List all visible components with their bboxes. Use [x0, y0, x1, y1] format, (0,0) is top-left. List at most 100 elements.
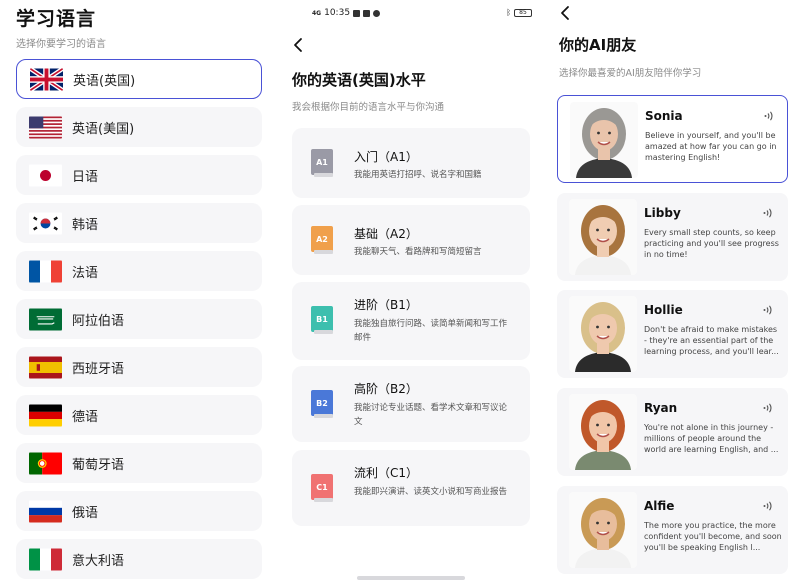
friend-card-hollie[interactable]: Hollie Don't be afraid to make mistakes … — [557, 290, 788, 378]
chevron-left-icon — [561, 6, 569, 20]
language-label: 法语 — [72, 265, 99, 281]
clock: 10:35 — [324, 8, 351, 18]
level-title: 进阶（B1） — [354, 298, 418, 312]
uk-flag-icon — [30, 67, 63, 91]
friend-name: Libby — [644, 206, 681, 220]
page-subtitle: 选择你最喜爱的AI朋友陪伴你学习 — [559, 68, 702, 79]
level-description: 我能独自旅行问路、读简单新闻和写工作邮件 — [354, 319, 508, 343]
book-icon-c1: C1 — [311, 474, 335, 502]
friend-screen: 你的AI朋友 选择你最喜爱的AI朋友陪伴你学习 Sonia Believe in… — [545, 0, 800, 580]
language-item-it[interactable]: 意大利语 — [16, 539, 262, 579]
language-item-ru[interactable]: 俄语 — [16, 491, 262, 531]
friend-card-sonia[interactable]: Sonia Believe in yourself, and you'll be… — [557, 95, 788, 183]
level-item-a2[interactable]: A2 基础（A2） 我能聊天气、看路牌和写简短留言 — [292, 205, 530, 275]
level-description: 我能即兴演讲、读英文小说和写商业报告 — [354, 487, 508, 497]
language-label: 德语 — [72, 409, 99, 425]
svg-text:C1: C1 — [316, 483, 328, 492]
level-screen: 4G 10:35 ᛒ 85 你的英语(英国)水平 我会根据你目前的语言水平与你沟… — [275, 0, 537, 580]
speaker-icon[interactable] — [762, 207, 774, 219]
svg-text:A1: A1 — [316, 158, 328, 167]
friend-card-alfie[interactable]: Alfie The more you practice, the more co… — [557, 486, 788, 574]
language-screen: 学习语言 选择你要学习的语言 英语(英国) 英语(美国) 日语 韩语 法语 阿拉… — [0, 0, 272, 580]
status-bar: 4G 10:35 ᛒ 85 — [312, 8, 532, 22]
level-item-a1[interactable]: A1 入门（A1） 我能用英语打招呼、说名字和国籍 — [292, 128, 530, 198]
avatar — [569, 296, 637, 372]
chevron-left-icon — [294, 38, 302, 52]
language-label: 葡萄牙语 — [72, 457, 125, 473]
level-title: 高阶（B2） — [354, 382, 418, 396]
friend-name: Hollie — [644, 303, 683, 317]
speaker-icon[interactable] — [762, 304, 774, 316]
language-item-pt[interactable]: 葡萄牙语 — [16, 443, 262, 483]
language-label: 意大利语 — [72, 553, 125, 569]
friend-quote: Don't be afraid to make mistakes - they'… — [644, 325, 779, 356]
language-item-ja[interactable]: 日语 — [16, 155, 262, 195]
notification-icon — [373, 9, 381, 17]
battery-icon: 85 — [514, 8, 532, 17]
friend-name: Ryan — [644, 401, 678, 415]
language-label: 阿拉伯语 — [72, 313, 125, 329]
language-item-ko[interactable]: 韩语 — [16, 203, 262, 243]
level-item-c1[interactable]: C1 流利（C1） 我能即兴演讲、读英文小说和写商业报告 — [292, 450, 530, 526]
friend-card-libby[interactable]: Libby Every small step counts, so keep p… — [557, 193, 788, 281]
back-button[interactable] — [557, 5, 573, 21]
speaker-icon[interactable] — [763, 110, 775, 122]
friend-name: Alfie — [644, 499, 675, 513]
avatar — [569, 492, 637, 568]
language-item-de[interactable]: 德语 — [16, 395, 262, 435]
friend-quote: Believe in yourself, and you'll be amaze… — [645, 131, 777, 162]
avatar — [569, 199, 637, 275]
notification-icon — [363, 9, 371, 17]
level-item-b2[interactable]: B2 高阶（B2） 我能讨论专业话题、看学术文章和写议论文 — [292, 366, 530, 442]
level-description: 我能讨论专业话题、看学术文章和写议论文 — [354, 403, 508, 427]
language-item-es[interactable]: 西班牙语 — [16, 347, 262, 387]
page-subtitle: 选择你要学习的语言 — [16, 39, 106, 50]
book-icon-b2: B2 — [311, 390, 335, 418]
svg-text:A2: A2 — [316, 235, 328, 244]
book-icon-a1: A1 — [311, 149, 335, 177]
friend-name: Sonia — [645, 109, 683, 123]
level-title: 流利（C1） — [354, 466, 419, 480]
france-flag-icon — [29, 260, 62, 283]
avatar — [569, 394, 637, 470]
language-label: 日语 — [72, 169, 99, 185]
italy-flag-icon — [29, 548, 62, 571]
bluetooth-icon: ᛒ — [506, 8, 511, 17]
page-title: 你的AI朋友 — [559, 36, 637, 54]
level-title: 基础（A2） — [354, 227, 418, 241]
svg-text:B2: B2 — [316, 399, 328, 408]
language-item-fr[interactable]: 法语 — [16, 251, 262, 291]
language-label: 俄语 — [72, 505, 99, 521]
home-indicator[interactable] — [357, 576, 465, 580]
saudi-flag-icon — [29, 308, 62, 331]
page-title: 你的英语(英国)水平 — [292, 71, 426, 89]
friend-quote: You're not alone in this journey - milli… — [644, 423, 779, 454]
portugal-flag-icon — [29, 452, 62, 475]
page-subtitle: 我会根据你目前的语言水平与你沟通 — [292, 102, 445, 113]
friend-card-ryan[interactable]: Ryan You're not alone in this journey - … — [557, 388, 788, 476]
language-label: 英语(美国) — [72, 121, 135, 137]
friend-quote: The more you practice, the more confiden… — [644, 521, 782, 552]
speaker-icon[interactable] — [762, 402, 774, 414]
notification-icon — [353, 9, 361, 17]
level-description: 我能聊天气、看路牌和写简短留言 — [354, 247, 482, 257]
spain-flag-icon — [29, 356, 62, 379]
avatar — [570, 102, 638, 178]
russia-flag-icon — [29, 500, 62, 523]
korea-flag-icon — [29, 212, 62, 235]
germany-flag-icon — [29, 404, 62, 427]
japan-flag-icon — [29, 164, 62, 187]
level-description: 我能用英语打招呼、说名字和国籍 — [354, 170, 482, 180]
speaker-icon[interactable] — [762, 500, 774, 512]
language-item-ar[interactable]: 阿拉伯语 — [16, 299, 262, 339]
level-item-b1[interactable]: B1 进阶（B1） 我能独自旅行问路、读简单新闻和写工作邮件 — [292, 282, 530, 360]
book-icon-a2: A2 — [311, 226, 335, 254]
back-button[interactable] — [290, 37, 306, 53]
friend-quote: Every small step counts, so keep practic… — [644, 228, 779, 259]
us-flag-icon — [29, 116, 62, 139]
language-label: 英语(英国) — [73, 73, 136, 89]
language-item-en-gb[interactable]: 英语(英国) — [16, 59, 262, 99]
svg-text:B1: B1 — [316, 315, 328, 324]
language-item-en-us[interactable]: 英语(美国) — [16, 107, 262, 147]
network-indicator: 4G — [312, 9, 322, 17]
